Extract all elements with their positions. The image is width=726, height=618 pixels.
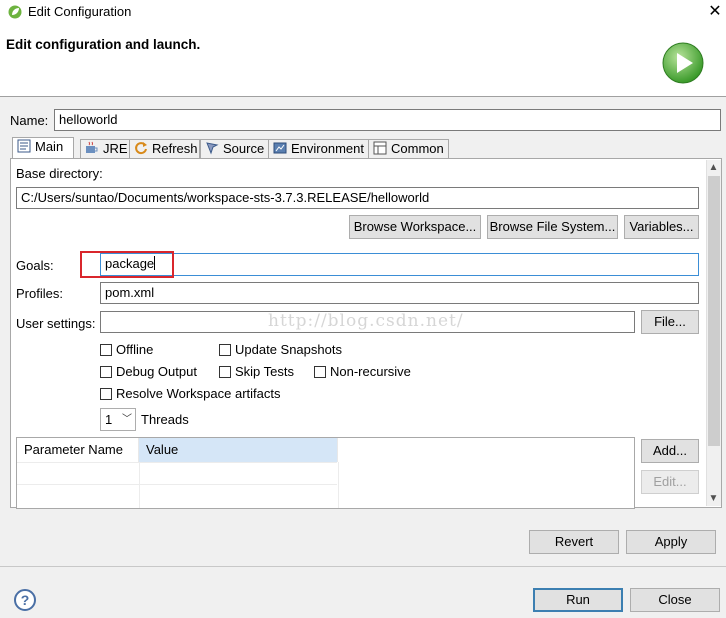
column-header-parameter-name[interactable]: Parameter Name xyxy=(17,438,139,462)
table-row[interactable] xyxy=(17,484,337,506)
close-button[interactable]: Close xyxy=(630,588,720,612)
checkbox-box xyxy=(100,344,112,356)
close-icon[interactable]: ✕ xyxy=(704,2,726,24)
tab-source[interactable]: Source xyxy=(200,139,269,159)
tab-common-label: Common xyxy=(391,141,444,156)
tab-main[interactable]: Main xyxy=(12,137,74,159)
non-recursive-label: Non-recursive xyxy=(330,364,411,379)
checkbox-box xyxy=(219,344,231,356)
debug-output-checkbox[interactable]: Debug Output xyxy=(100,364,197,379)
column-divider xyxy=(139,462,140,508)
base-directory-input[interactable]: C:/Users/suntao/Documents/workspace-sts-… xyxy=(16,187,699,209)
footer-divider xyxy=(0,566,726,567)
scroll-thumb[interactable] xyxy=(708,176,720,446)
source-icon xyxy=(205,141,219,155)
environment-icon xyxy=(273,141,287,155)
edit-parameter-button[interactable]: Edit... xyxy=(641,470,699,494)
spring-leaf-icon xyxy=(8,5,22,19)
chevron-down-icon: ﹀ xyxy=(122,414,132,425)
window-title: Edit Configuration xyxy=(28,4,132,19)
user-settings-label: User settings: xyxy=(16,316,96,331)
profiles-label: Profiles: xyxy=(16,286,63,301)
checkbox-box xyxy=(100,388,112,400)
scroll-down-icon[interactable]: ▼ xyxy=(706,492,721,506)
run-button[interactable]: Run xyxy=(533,588,623,612)
parameter-table[interactable]: Parameter Name Value xyxy=(16,437,635,509)
profiles-input[interactable]: pom.xml xyxy=(100,282,699,304)
name-input[interactable]: helloworld xyxy=(54,109,721,131)
main-tab-icon xyxy=(17,139,31,153)
file-button[interactable]: File... xyxy=(641,310,699,334)
banner-divider xyxy=(0,96,726,97)
non-recursive-checkbox[interactable]: Non-recursive xyxy=(314,364,411,379)
refresh-icon xyxy=(134,141,148,155)
banner-heading: Edit configuration and launch. xyxy=(6,37,201,52)
update-snapshots-checkbox[interactable]: Update Snapshots xyxy=(219,342,342,357)
browse-file-system-button[interactable]: Browse File System... xyxy=(487,215,618,239)
revert-button[interactable]: Revert xyxy=(529,530,619,554)
jre-icon xyxy=(85,141,99,155)
apply-button[interactable]: Apply xyxy=(626,530,716,554)
tab-jre-label: JRE xyxy=(103,141,128,156)
column-header-value[interactable]: Value xyxy=(139,438,338,462)
tab-refresh[interactable]: Refresh xyxy=(129,139,200,159)
tab-main-label: Main xyxy=(35,139,64,154)
tab-environment[interactable]: Environment xyxy=(268,139,369,159)
debug-output-label: Debug Output xyxy=(116,364,197,379)
tab-common[interactable]: Common xyxy=(368,139,449,159)
scroll-up-icon[interactable]: ▲ xyxy=(706,161,721,175)
skip-tests-checkbox[interactable]: Skip Tests xyxy=(219,364,294,379)
name-label: Name: xyxy=(10,113,49,128)
common-icon xyxy=(373,141,387,155)
run-play-icon xyxy=(662,42,704,84)
tab-source-label: Source xyxy=(223,141,265,156)
tab-jre[interactable]: JRE xyxy=(80,139,130,159)
goals-input[interactable]: package xyxy=(100,253,699,276)
offline-checkbox[interactable]: Offline xyxy=(100,342,153,357)
goals-label: Goals: xyxy=(16,258,54,273)
threads-value: 1 xyxy=(105,412,113,427)
threads-select[interactable]: 1 ﹀ xyxy=(100,408,136,431)
offline-label: Offline xyxy=(116,342,154,357)
watermark-text: http://blog.csdn.net/ xyxy=(268,311,464,331)
add-parameter-button[interactable]: Add... xyxy=(641,439,699,463)
tab-environment-label: Environment xyxy=(291,141,364,156)
tab-refresh-label: Refresh xyxy=(152,141,198,156)
resolve-workspace-checkbox[interactable]: Resolve Workspace artifacts xyxy=(100,386,281,401)
checkbox-box xyxy=(314,366,326,378)
goals-highlight-box xyxy=(80,251,174,278)
column-divider xyxy=(338,462,339,508)
skip-tests-label: Skip Tests xyxy=(235,364,295,379)
base-directory-label: Base directory: xyxy=(16,166,103,181)
table-row[interactable] xyxy=(17,462,337,484)
help-icon[interactable]: ? xyxy=(14,589,36,611)
checkbox-box xyxy=(100,366,112,378)
threads-label: Threads xyxy=(141,412,189,427)
resolve-workspace-label: Resolve Workspace artifacts xyxy=(116,386,281,401)
checkbox-box xyxy=(219,366,231,378)
variables-button[interactable]: Variables... xyxy=(624,215,699,239)
update-snapshots-label: Update Snapshots xyxy=(235,342,342,357)
browse-workspace-button[interactable]: Browse Workspace... xyxy=(349,215,481,239)
